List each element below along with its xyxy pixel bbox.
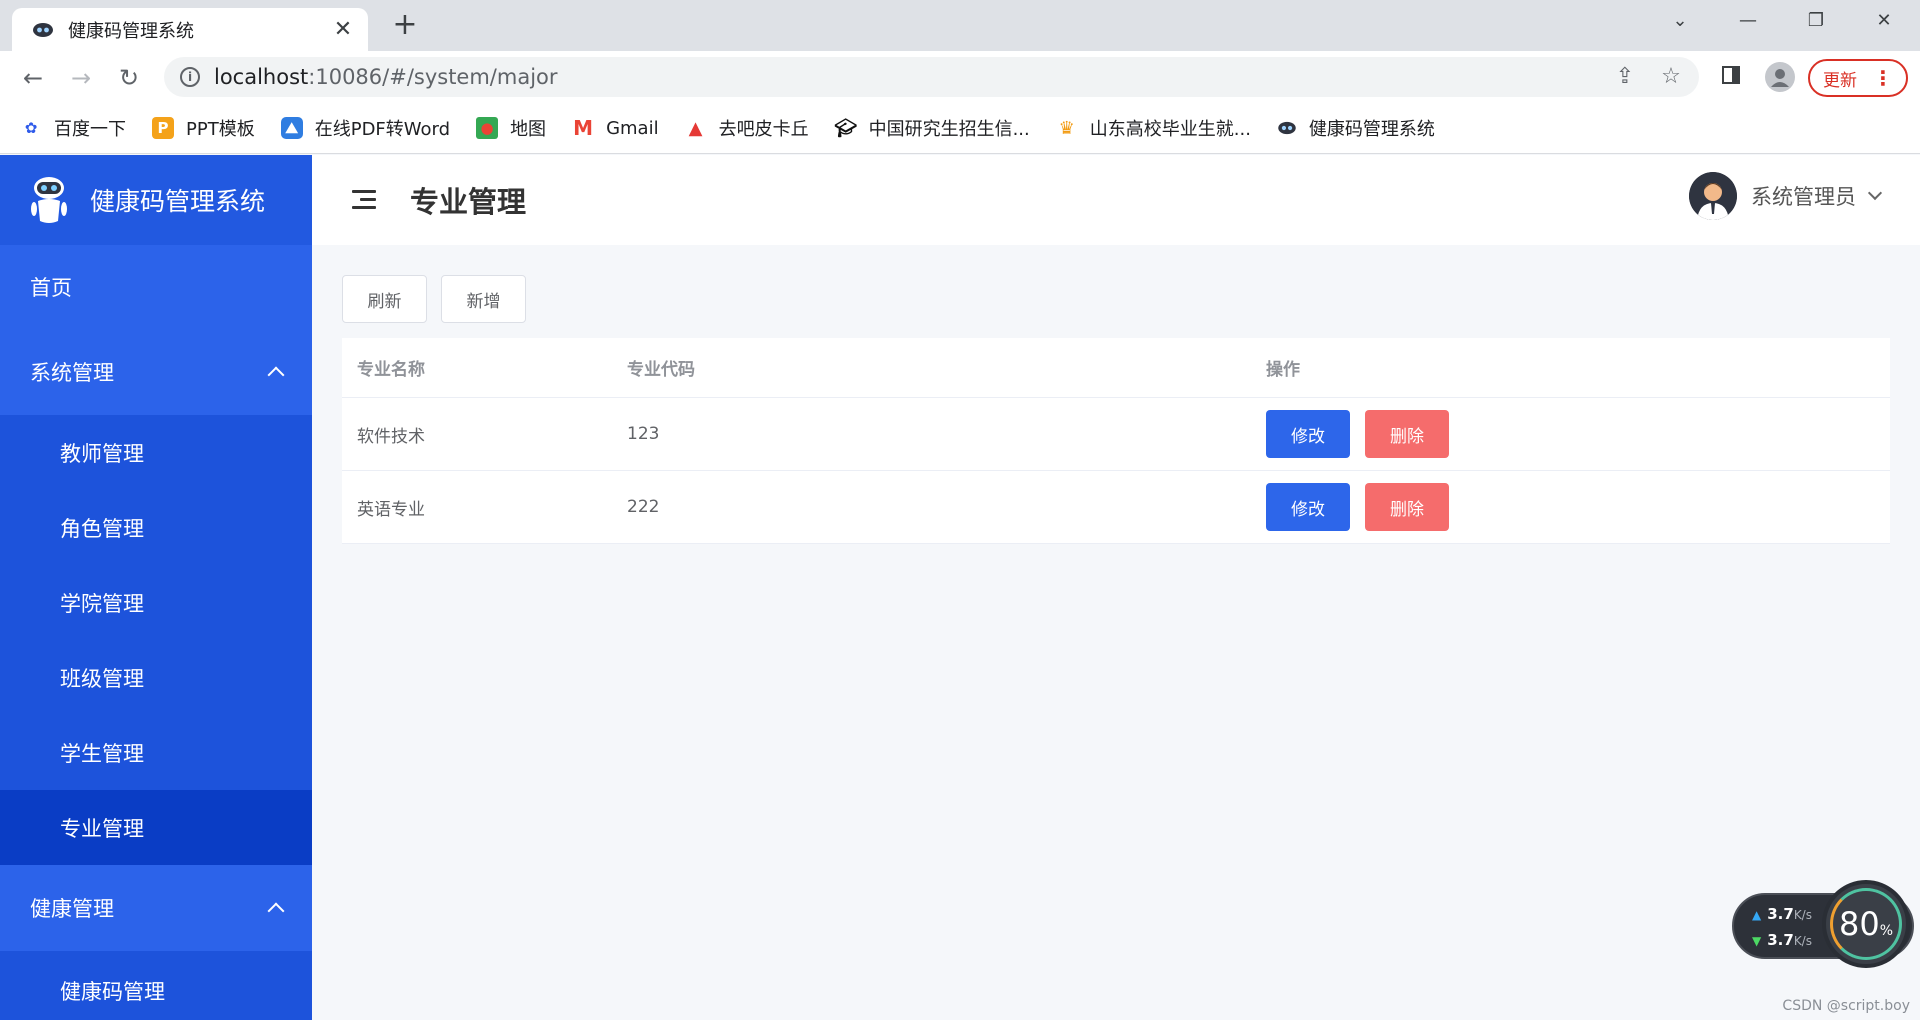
- major-table: 专业名称 专业代码 操作 软件技术 123 修改 删除 英语专业 222 修改 …: [342, 338, 1890, 544]
- sidebar-item-student[interactable]: 学生管理: [0, 715, 312, 790]
- forward-icon[interactable]: →: [64, 61, 98, 95]
- chevron-up-icon: [267, 366, 285, 384]
- refresh-button[interactable]: 刷新: [342, 275, 427, 323]
- action-cell: 修改 删除: [1251, 410, 1890, 458]
- delete-button[interactable]: 删除: [1365, 483, 1449, 531]
- bookmark-item[interactable]: ⛰ 在线PDF转Word: [280, 115, 450, 141]
- avatar: [1689, 172, 1737, 220]
- bookmark-item[interactable]: ● 地图: [476, 115, 546, 141]
- chevron-up-icon: [267, 902, 285, 920]
- download-speed: ▼ 3.7K/s: [1752, 931, 1812, 949]
- usage-value: 80%: [1838, 905, 1894, 943]
- page-title: 专业管理: [410, 185, 527, 219]
- table-row: 英语专业 222 修改 删除: [342, 471, 1890, 544]
- edit-button[interactable]: 修改: [1266, 483, 1350, 531]
- url-path: :10086/#/system/major: [308, 65, 558, 89]
- sidebar-item-health-code[interactable]: 健康码管理: [0, 951, 312, 1020]
- user-menu[interactable]: 系统管理员: [1689, 172, 1883, 220]
- minimize-icon[interactable]: —: [1728, 6, 1768, 36]
- baidu-icon: ✿: [24, 119, 38, 137]
- bookmark-item[interactable]: 健康码管理系统: [1277, 115, 1435, 141]
- sidebar-item-role[interactable]: 角色管理: [0, 490, 312, 565]
- delete-button[interactable]: 删除: [1365, 410, 1449, 458]
- bookmark-item[interactable]: P PPT模板: [152, 115, 255, 141]
- table-header: 专业名称 专业代码 操作: [342, 338, 1890, 398]
- robot-icon: [1278, 121, 1296, 135]
- tab-title: 健康码管理系统: [68, 20, 194, 42]
- upload-speed: ▲ 3.7K/s: [1752, 905, 1812, 923]
- browser-tab[interactable]: 健康码管理系统 ✕: [12, 8, 368, 51]
- site-info-icon[interactable]: i: [180, 67, 200, 87]
- url-bar[interactable]: i localhost:10086/#/system/major ⇪ ☆: [164, 57, 1699, 97]
- sidebar-item-major[interactable]: 专业管理: [0, 790, 312, 865]
- url-host: localhost: [214, 65, 309, 89]
- graduation-cap-icon: 🎓︎: [834, 117, 858, 139]
- share-icon[interactable]: ⇪: [1611, 63, 1639, 91]
- brand-title: 健康码管理系统: [90, 187, 266, 216]
- shandong-logo-icon: ♛: [1058, 117, 1075, 139]
- gmail-icon: M: [573, 116, 594, 140]
- brand: 健康码管理系统: [0, 155, 312, 245]
- address-bar-row: ← → ↻ i localhost:10086/#/system/major ⇪…: [0, 51, 1920, 103]
- ppt-icon: P: [152, 117, 174, 139]
- bookmark-item[interactable]: ▲ 去吧皮卡丘: [685, 115, 809, 141]
- edit-button[interactable]: 修改: [1266, 410, 1350, 458]
- major-name-cell: 软件技术: [357, 426, 425, 447]
- reload-icon[interactable]: ↻: [112, 61, 146, 95]
- profile-icon[interactable]: [1765, 62, 1795, 92]
- sidebar-item-teacher[interactable]: 教师管理: [0, 415, 312, 490]
- sidebar-item-home[interactable]: 首页: [0, 245, 312, 329]
- bookmarks-bar: ✿ 百度一下 P PPT模板 ⛰ 在线PDF转Word ● 地图 M Gmail…: [0, 103, 1920, 154]
- new-tab-button[interactable]: +: [390, 10, 420, 40]
- pdf-icon: ⛰: [280, 117, 303, 139]
- chevron-down-icon: [1867, 185, 1883, 201]
- side-panel-icon[interactable]: [1716, 63, 1746, 93]
- sidebar: 健康码管理系统 首页 系统管理 教师管理 角色管理 学院管理 班级管理 学生管理…: [0, 155, 312, 1020]
- watermelon-icon: ▲: [688, 117, 703, 139]
- more-menu-icon[interactable]: ⋮: [1873, 66, 1893, 90]
- window-close-icon[interactable]: ✕: [1864, 6, 1904, 36]
- sidebar-group-health[interactable]: 健康管理: [0, 865, 312, 951]
- star-icon[interactable]: ☆: [1657, 63, 1685, 91]
- maps-icon: ●: [476, 117, 499, 139]
- page-header: 专业管理 系统管理员: [312, 155, 1920, 245]
- major-code-cell: 222: [627, 497, 660, 517]
- robot-icon: [33, 22, 53, 37]
- close-icon[interactable]: ✕: [332, 18, 354, 41]
- column-header: 专业名称: [357, 360, 425, 380]
- browser-tab-strip: 健康码管理系统 ✕ + ⌄ — ❐ ✕: [0, 0, 1920, 51]
- update-label: 更新: [1823, 70, 1857, 91]
- bookmark-item[interactable]: ✿ 百度一下: [20, 115, 126, 141]
- usage-gauge[interactable]: 80%: [1822, 880, 1910, 968]
- column-header: 操作: [1266, 360, 1300, 380]
- table-row: 软件技术 123 修改 删除: [342, 398, 1890, 471]
- arrow-up-icon: ▲: [1752, 908, 1762, 922]
- bookmark-item[interactable]: 🎓︎ 中国研究生招生信...: [834, 115, 1030, 141]
- restore-icon[interactable]: ❐: [1796, 6, 1836, 36]
- sidebar-item-college[interactable]: 学院管理: [0, 565, 312, 640]
- main-content: 刷新 新增 专业名称 专业代码 操作 软件技术 123 修改 删除 英语专业 2…: [312, 245, 1920, 1020]
- user-name: 系统管理员: [1751, 185, 1856, 209]
- robot-logo-icon: [31, 177, 67, 223]
- update-button[interactable]: 更新 ⋮: [1808, 59, 1908, 97]
- sidebar-item-class[interactable]: 班级管理: [0, 640, 312, 715]
- bookmark-item[interactable]: M Gmail: [572, 116, 658, 140]
- sidebar-group-system[interactable]: 系统管理: [0, 329, 312, 415]
- tab-search-icon[interactable]: ⌄: [1660, 6, 1700, 36]
- action-cell: 修改 删除: [1251, 483, 1890, 531]
- menu-toggle-icon[interactable]: [352, 190, 376, 210]
- arrow-down-icon: ▼: [1752, 934, 1762, 948]
- column-header: 专业代码: [627, 360, 695, 380]
- watermark: CSDN @script.boy: [1782, 998, 1910, 1014]
- bookmark-item[interactable]: ♛ 山东高校毕业生就...: [1056, 115, 1251, 141]
- add-button[interactable]: 新增: [441, 275, 526, 323]
- major-code-cell: 123: [627, 424, 660, 444]
- back-icon[interactable]: ←: [16, 61, 50, 95]
- major-name-cell: 英语专业: [357, 499, 425, 520]
